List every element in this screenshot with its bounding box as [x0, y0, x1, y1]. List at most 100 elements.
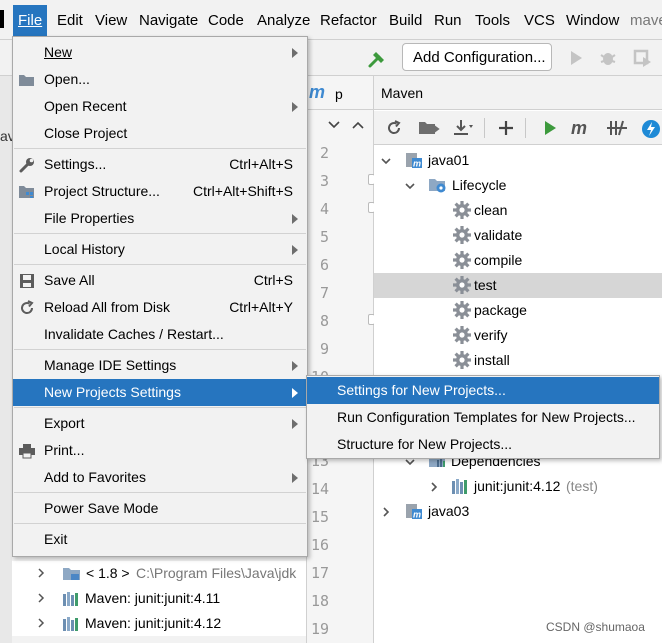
toggle-offline-icon[interactable] — [606, 119, 628, 137]
skip-tests-icon[interactable] — [641, 119, 661, 139]
menu-build[interactable]: Build — [389, 12, 422, 29]
chevron-down-icon[interactable] — [380, 155, 392, 167]
line-number: 9 — [319, 340, 329, 358]
chevron-right-icon[interactable] — [36, 568, 46, 578]
menu-item-export[interactable]: Export — [13, 410, 307, 437]
maven-tree-label: validate — [474, 227, 523, 243]
menu-vcs[interactable]: VCS — [524, 12, 555, 29]
menu-item-new[interactable]: New — [13, 39, 307, 66]
add-icon[interactable] — [497, 119, 515, 137]
project-tree-label: Maven: junit:junit:4.12 — [85, 615, 222, 631]
submenu-arrow-icon — [292, 361, 298, 371]
coverage-icon[interactable] — [632, 48, 654, 68]
build-hammer-icon[interactable] — [366, 48, 388, 70]
submenu-item-label: Run Configuration Templates for New Proj… — [337, 409, 636, 425]
menu-item-project-structure[interactable]: Project Structure... Ctrl+Alt+Shift+S — [13, 178, 307, 205]
menu-item-power-save-mode[interactable]: Power Save Mode — [13, 495, 307, 522]
menu-item-label: New Projects Settings — [44, 384, 181, 400]
menu-view[interactable]: View — [95, 12, 127, 29]
menu-edit[interactable]: Edit — [57, 12, 83, 29]
menu-item-exit[interactable]: Exit — [13, 526, 307, 553]
menu-item-label: Open... — [44, 71, 90, 87]
run-icon[interactable] — [566, 48, 586, 68]
maven-tree-row[interactable]: clean — [374, 198, 662, 223]
editor-area[interactable]: m p 2345678910111213141516171819 — [306, 76, 375, 643]
project-tree-label: Maven: junit:junit:4.11 — [85, 590, 221, 606]
menu-item-add-to-favorites[interactable]: Add to Favorites — [13, 464, 307, 491]
submenu-item-settings-for-new-projects[interactable]: Settings for New Projects... — [307, 377, 659, 404]
project-tree-label: < 1.8 > — [86, 565, 130, 581]
submenu-arrow-icon — [292, 388, 298, 398]
menu-item-new-projects-settings[interactable]: New Projects Settings — [13, 379, 307, 406]
chevron-right-icon[interactable] — [428, 481, 440, 493]
menu-separator — [14, 233, 306, 234]
menu-item-local-history[interactable]: Local History — [13, 236, 307, 263]
project-panel-edge: av — [0, 76, 15, 643]
submenu-item-run-configuration-templates[interactable]: Run Configuration Templates for New Proj… — [307, 404, 659, 431]
chevron-right-icon[interactable] — [380, 506, 392, 518]
maven-tree-row[interactable]: test — [374, 273, 662, 298]
add-configuration-button[interactable]: Add Configuration... — [402, 43, 552, 71]
menu-item-label: Close Project — [44, 125, 128, 141]
menu-item-save-all[interactable]: Save All Ctrl+S — [13, 267, 307, 294]
menu-window[interactable]: Window — [566, 12, 619, 29]
project-structure-icon — [19, 186, 34, 198]
menu-item-invalidate-caches[interactable]: Invalidate Caches / Restart... — [13, 321, 307, 348]
menu-run[interactable]: Run — [434, 12, 462, 29]
line-number: 15 — [310, 508, 329, 526]
maven-tree-row[interactable]: install — [374, 348, 662, 373]
maven-tree-row[interactable]: compile — [374, 248, 662, 273]
menu-tools[interactable]: Tools — [475, 12, 510, 29]
menu-file[interactable]: File — [13, 5, 48, 36]
menu-item-print[interactable]: Print... — [13, 437, 307, 464]
chevron-right-icon[interactable] — [36, 618, 46, 628]
maven-tree-row[interactable]: m java03 — [374, 499, 662, 524]
menu-item-file-properties[interactable]: File Properties — [13, 205, 307, 232]
svg-text:m: m — [571, 119, 587, 137]
maven-tree-row[interactable]: package — [374, 298, 662, 323]
maven-tree-row[interactable]: m java01 — [374, 148, 662, 173]
maven-tree-label: verify — [474, 327, 508, 343]
menu-code[interactable]: Code — [208, 12, 244, 29]
menu-navigate[interactable]: Navigate — [139, 12, 198, 29]
maven-tree-row[interactable]: Lifecycle — [374, 173, 662, 198]
submenu-item-structure-for-new-projects[interactable]: Structure for New Projects... — [307, 431, 659, 458]
menu-item-settings[interactable]: Settings... Ctrl+Alt+S — [13, 151, 307, 178]
generate-sources-icon[interactable] — [418, 119, 440, 137]
line-number: 5 — [319, 228, 329, 246]
download-icon[interactable] — [452, 119, 474, 137]
menu-refactor[interactable]: Refactor — [320, 12, 377, 29]
menu-analyze[interactable]: Analyze — [257, 12, 310, 29]
project-tree-path: C:\Program Files\Java\jdk — [136, 565, 297, 581]
project-tree-row[interactable]: Maven: junit:junit:4.11 — [12, 586, 306, 611]
editor-tab[interactable]: m p — [307, 76, 373, 110]
menu-item-open[interactable]: Open... — [13, 66, 307, 93]
debug-icon[interactable] — [598, 48, 618, 68]
maven-file-icon: m — [309, 82, 326, 102]
project-tree-row[interactable]: < 1.8 > C:\Program Files\Java\jdk — [12, 561, 306, 586]
menu-item-label: Settings... — [44, 156, 107, 172]
library-icon — [63, 617, 78, 631]
chevron-up-icon[interactable] — [351, 120, 365, 130]
chevron-down-icon[interactable] — [404, 180, 416, 192]
jdk-folder-icon — [63, 568, 80, 580]
maven-tree-label: package — [474, 302, 527, 318]
chevron-right-icon[interactable] — [36, 593, 46, 603]
execute-maven-goal-icon[interactable]: m — [570, 119, 594, 137]
chevron-down-icon[interactable] — [327, 120, 341, 130]
menu-item-reload-all[interactable]: Reload All from Disk Ctrl+Alt+Y — [13, 294, 307, 321]
run-maven-build-icon[interactable] — [541, 119, 559, 137]
reload-icon[interactable] — [385, 119, 403, 137]
lifecycle-folder-icon — [429, 179, 446, 193]
project-tree-row[interactable]: Maven: junit:junit:4.12 — [12, 611, 306, 636]
menu-item-manage-ide-settings[interactable]: Manage IDE Settings — [13, 352, 307, 379]
menu-item-open-recent[interactable]: Open Recent — [13, 93, 307, 120]
watermark: CSDN @shumaoa — [546, 620, 645, 634]
menu-separator — [14, 349, 306, 350]
maven-tree-label: install — [474, 352, 510, 368]
maven-tree-row[interactable]: junit:junit:4.12 (test) — [374, 474, 662, 499]
menu-item-close-project[interactable]: Close Project — [13, 120, 307, 147]
window-title-fragment: mave — [630, 12, 662, 29]
maven-tree-row[interactable]: verify — [374, 323, 662, 348]
maven-tree-row[interactable]: validate — [374, 223, 662, 248]
